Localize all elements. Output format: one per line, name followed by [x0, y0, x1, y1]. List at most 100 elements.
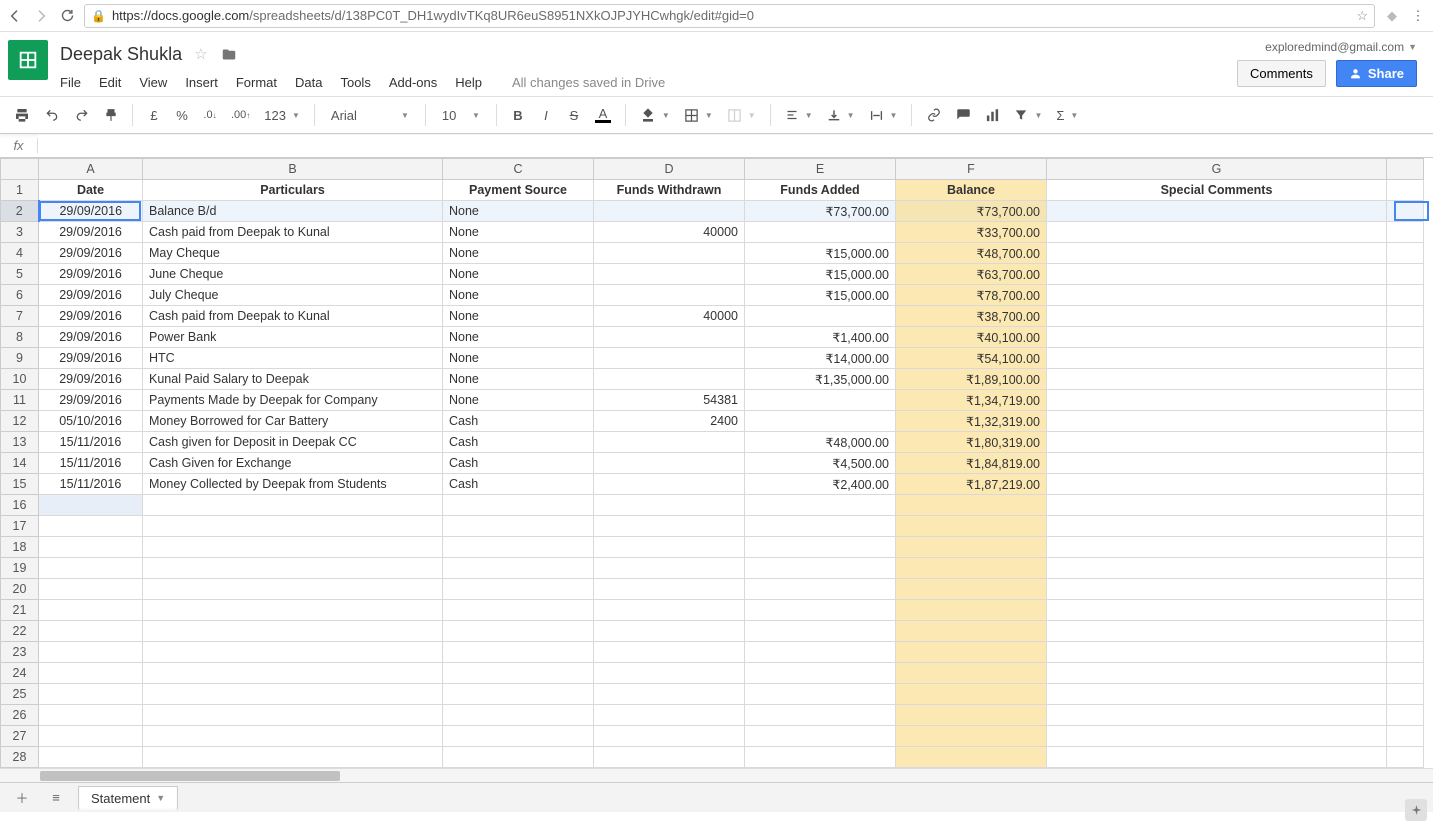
cell[interactable]	[745, 579, 896, 600]
cell[interactable]	[443, 537, 594, 558]
cell-balance[interactable]	[896, 726, 1047, 747]
cell[interactable]	[745, 411, 896, 432]
cell[interactable]: 15/11/2016	[39, 432, 143, 453]
cell[interactable]	[745, 747, 896, 768]
cell[interactable]	[39, 642, 143, 663]
menu-view[interactable]: View	[139, 75, 167, 90]
cell[interactable]	[39, 663, 143, 684]
text-color-icon[interactable]: A	[591, 102, 615, 128]
cell[interactable]	[443, 684, 594, 705]
cell[interactable]	[594, 684, 745, 705]
cell[interactable]	[1047, 201, 1387, 222]
functions-icon[interactable]: Σ▼	[1052, 102, 1082, 128]
cell-balance[interactable]: ₹1,87,219.00	[896, 474, 1047, 495]
cell[interactable]	[594, 243, 745, 264]
row-12[interactable]: 12	[1, 411, 39, 432]
cell-balance[interactable]	[896, 537, 1047, 558]
cell[interactable]: 29/09/2016	[39, 222, 143, 243]
cell[interactable]: None	[443, 306, 594, 327]
cell[interactable]	[594, 726, 745, 747]
row-24[interactable]: 24	[1, 663, 39, 684]
wrap-icon[interactable]: ▼	[865, 102, 902, 128]
add-sheet-button[interactable]: ＋	[10, 787, 34, 809]
cell[interactable]: Cash paid from Deepak to Kunal	[143, 306, 443, 327]
cell[interactable]	[1047, 264, 1387, 285]
address-bar[interactable]: 🔒 https://docs.google.com/spreadsheets/d…	[84, 4, 1375, 28]
comments-button[interactable]: Comments	[1237, 60, 1326, 87]
cell-balance[interactable]: ₹54,100.00	[896, 348, 1047, 369]
row-16[interactable]: 16	[1, 495, 39, 516]
cell[interactable]: 05/10/2016	[39, 411, 143, 432]
row-11[interactable]: 11	[1, 390, 39, 411]
print-icon[interactable]	[10, 102, 34, 128]
cell[interactable]	[39, 579, 143, 600]
cell[interactable]: 29/09/2016	[39, 264, 143, 285]
cell[interactable]	[1047, 306, 1387, 327]
cell[interactable]	[594, 537, 745, 558]
menu-insert[interactable]: Insert	[185, 75, 218, 90]
cell-balance[interactable]: ₹78,700.00	[896, 285, 1047, 306]
cell[interactable]: May Cheque	[143, 243, 443, 264]
cell[interactable]	[745, 390, 896, 411]
row-19[interactable]: 19	[1, 558, 39, 579]
cell[interactable]: Money Borrowed for Car Battery	[143, 411, 443, 432]
cell[interactable]: 15/11/2016	[39, 453, 143, 474]
cell[interactable]	[1047, 579, 1387, 600]
cell[interactable]	[443, 621, 594, 642]
hdr-date[interactable]: Date	[39, 180, 143, 201]
cell-balance[interactable]: ₹63,700.00	[896, 264, 1047, 285]
cell[interactable]	[745, 222, 896, 243]
redo-icon[interactable]	[70, 102, 94, 128]
cell[interactable]: 29/09/2016	[39, 201, 143, 222]
borders-icon[interactable]: ▼	[680, 102, 717, 128]
cell[interactable]	[39, 705, 143, 726]
cell[interactable]: Cash	[443, 453, 594, 474]
col-D[interactable]: D	[594, 159, 745, 180]
cell[interactable]	[745, 642, 896, 663]
cell[interactable]	[143, 558, 443, 579]
menu-add-ons[interactable]: Add-ons	[389, 75, 437, 90]
cell[interactable]	[39, 600, 143, 621]
font-size-dropdown[interactable]: 10▼	[436, 102, 486, 128]
cell[interactable]: 29/09/2016	[39, 390, 143, 411]
cell[interactable]: ₹15,000.00	[745, 285, 896, 306]
cell[interactable]	[143, 516, 443, 537]
percent-icon[interactable]: %	[171, 102, 193, 128]
col-A[interactable]: A	[39, 159, 143, 180]
row-26[interactable]: 26	[1, 705, 39, 726]
row-28[interactable]: 28	[1, 747, 39, 768]
cell[interactable]	[594, 264, 745, 285]
row-27[interactable]: 27	[1, 726, 39, 747]
row-7[interactable]: 7	[1, 306, 39, 327]
h-align-icon[interactable]: ▼	[781, 102, 817, 128]
cell[interactable]	[143, 537, 443, 558]
row-15[interactable]: 15	[1, 474, 39, 495]
cell[interactable]	[594, 369, 745, 390]
cell[interactable]	[143, 621, 443, 642]
cell[interactable]	[594, 432, 745, 453]
account-label[interactable]: exploredmind@gmail.com▼	[1265, 40, 1417, 54]
cell[interactable]: Power Bank	[143, 327, 443, 348]
cell[interactable]	[594, 516, 745, 537]
cell[interactable]	[1047, 474, 1387, 495]
cell[interactable]: ₹4,500.00	[745, 453, 896, 474]
cell-balance[interactable]	[896, 600, 1047, 621]
col-extra[interactable]	[1387, 159, 1424, 180]
paint-format-icon[interactable]	[100, 102, 122, 128]
cell[interactable]: None	[443, 348, 594, 369]
cell[interactable]	[143, 642, 443, 663]
hdr-balance[interactable]: Balance	[896, 180, 1047, 201]
cell-balance[interactable]	[896, 747, 1047, 768]
cell[interactable]	[443, 600, 594, 621]
row-18[interactable]: 18	[1, 537, 39, 558]
cell-balance[interactable]	[896, 579, 1047, 600]
cell[interactable]: ₹14,000.00	[745, 348, 896, 369]
cell[interactable]: Balance B/d	[143, 201, 443, 222]
cell[interactable]: None	[443, 285, 594, 306]
cell[interactable]	[1047, 726, 1387, 747]
row-5[interactable]: 5	[1, 264, 39, 285]
cell[interactable]: 40000	[594, 222, 745, 243]
v-align-icon[interactable]: ▼	[823, 102, 859, 128]
row-13[interactable]: 13	[1, 432, 39, 453]
cell[interactable]	[39, 516, 143, 537]
